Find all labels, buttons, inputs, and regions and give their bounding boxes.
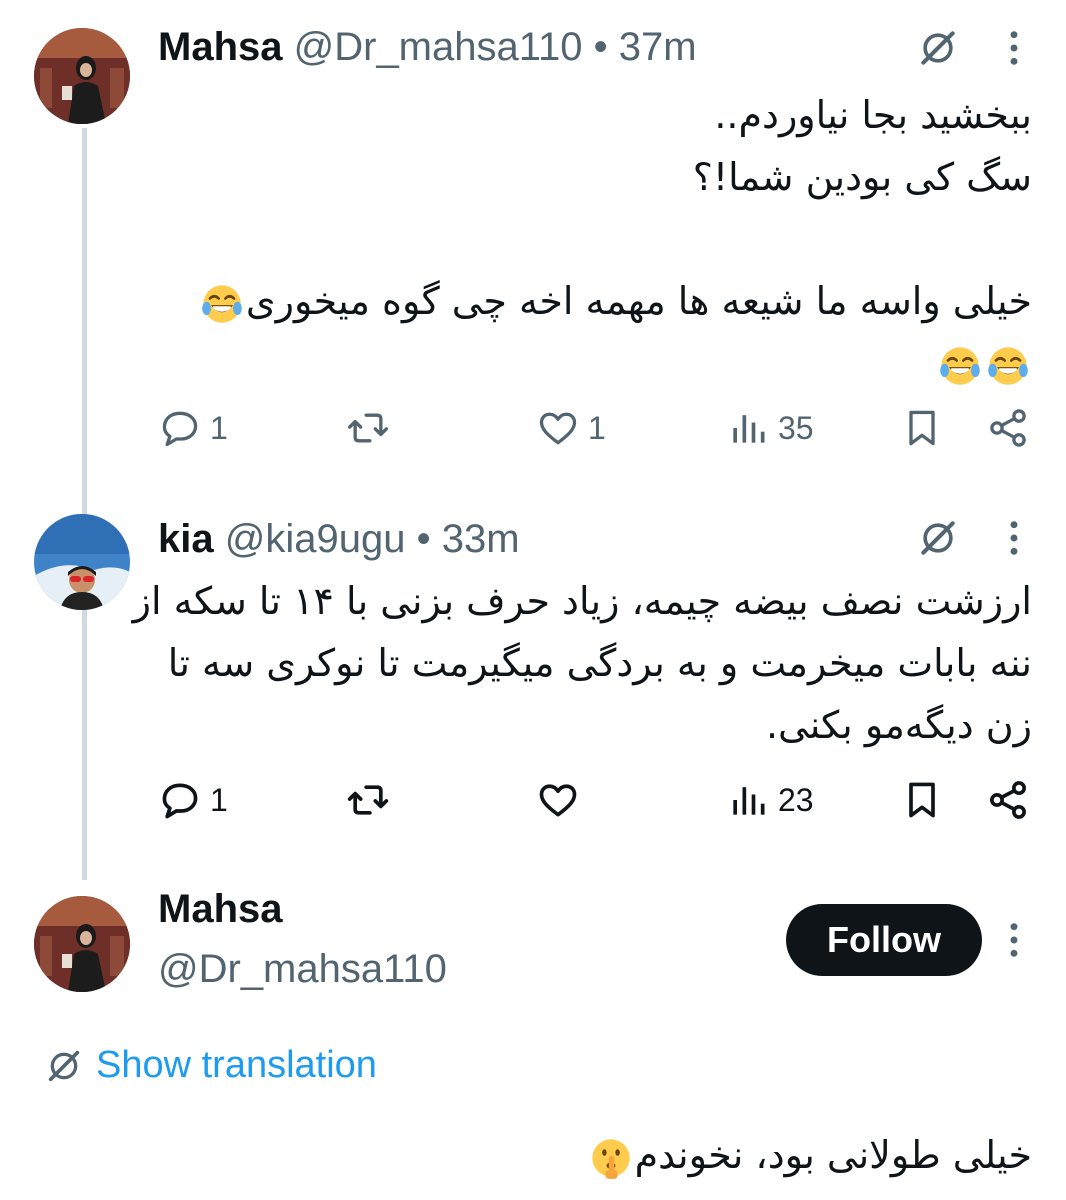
author-name[interactable]: kia <box>158 517 214 561</box>
retweet-icon <box>346 406 390 450</box>
avatar[interactable] <box>34 514 130 610</box>
share-icon[interactable] <box>986 778 1030 822</box>
author-name[interactable]: Mahsa <box>158 25 283 69</box>
views-button[interactable]: 23 <box>726 778 814 822</box>
reply-button[interactable]: 1 <box>158 778 228 822</box>
tweet-text-line: ننه بابات میخرمت و به بردگی میگیرمت تا ن… <box>167 641 1032 685</box>
avatar[interactable] <box>34 896 130 992</box>
shushing-face-emoji <box>589 1136 633 1180</box>
heart-icon <box>536 406 580 450</box>
bookmark-icon[interactable] <box>900 778 944 822</box>
show-translation-label: Show translation <box>96 1044 377 1086</box>
author-handle[interactable]: @Dr_mahsa110 <box>294 25 583 69</box>
tears-of-joy-emoji <box>986 344 1030 388</box>
main-tweet-author-name[interactable]: Mahsa <box>158 886 283 932</box>
reply-count: 1 <box>210 781 228 818</box>
tweet-text-line: خیلی طولانی بود، نخوندم <box>52 1124 1032 1186</box>
views-count: 23 <box>778 781 814 818</box>
tweet-text-line: خیلی واسه ما شیعه ها مهمه اخه چی گوه میخ… <box>152 270 1032 332</box>
views-count: 35 <box>778 409 814 446</box>
follow-button[interactable]: Follow <box>786 904 982 976</box>
main-tweet-author-handle[interactable]: @Dr_mahsa110 <box>158 946 447 992</box>
tweet-text-segment: خیلی طولانی بود، نخوندم <box>634 1133 1032 1177</box>
author-handle[interactable]: @Dr_mahsa110 <box>158 947 447 991</box>
grok-slash-icon[interactable] <box>916 516 960 560</box>
tweet-text-line: ارزشت نصف بیضه چیمه، زیاد حرف بزنی با ۱۴… <box>132 579 1032 623</box>
tweet-text-line: سگ کی بودین شما!؟ <box>692 155 1032 199</box>
like-count: 1 <box>588 409 606 446</box>
tears-of-joy-emoji <box>200 282 244 326</box>
show-translation-link[interactable]: Show translation <box>44 1044 377 1087</box>
views-button[interactable]: 35 <box>726 406 814 450</box>
tweet-text-line <box>152 332 1032 394</box>
views-bars-icon <box>726 406 770 450</box>
retweet-button[interactable] <box>346 778 398 822</box>
tweet-2-text: ارزشت نصف بیضه چیمه، زیاد حرف بزنی با ۱۴… <box>132 570 1032 756</box>
tweet-1-text: ببخشید بجا نیاوردم.. سگ کی بودین شما!؟ خ… <box>152 84 1032 394</box>
tweet-2-header: kia @kia9ugu • 33m <box>158 516 520 562</box>
retweet-icon <box>346 778 390 822</box>
views-bars-icon <box>726 778 770 822</box>
heart-icon <box>536 778 580 822</box>
share-icon[interactable] <box>986 406 1030 450</box>
tears-of-joy-emoji <box>938 344 982 388</box>
reply-bubble-icon <box>158 778 202 822</box>
grok-slash-icon[interactable] <box>916 26 960 70</box>
reply-button[interactable]: 1 <box>158 406 228 450</box>
author-handle[interactable]: @kia9ugu <box>225 517 406 561</box>
tweet-text-line: زن دیگه‌مو بکنی. <box>765 703 1032 747</box>
tweet-text-line: ببخشید بجا نیاوردم.. <box>714 93 1032 137</box>
grok-slash-icon <box>44 1046 84 1086</box>
reply-bubble-icon <box>158 406 202 450</box>
tweet-1-header: Mahsa @Dr_mahsa110 • 37m <box>158 24 697 70</box>
like-button[interactable]: 1 <box>536 406 606 450</box>
tweet-text-segment: خیلی واسه ما شیعه ها مهمه اخه چی گوه میخ… <box>245 279 1032 323</box>
timestamp[interactable]: 37m <box>619 25 697 69</box>
bookmark-icon[interactable] <box>900 406 944 450</box>
thread-connector-line <box>82 128 87 880</box>
reply-count: 1 <box>210 409 228 446</box>
more-vertical-icon[interactable] <box>1000 920 1028 960</box>
more-vertical-icon[interactable] <box>1000 28 1028 68</box>
avatar[interactable] <box>34 28 130 124</box>
timestamp[interactable]: 33m <box>442 517 520 561</box>
separator-dot: • <box>593 25 608 69</box>
like-button[interactable] <box>536 778 588 822</box>
more-vertical-icon[interactable] <box>1000 518 1028 558</box>
retweet-button[interactable] <box>346 406 398 450</box>
author-name[interactable]: Mahsa <box>158 887 283 931</box>
separator-dot: • <box>416 517 431 561</box>
main-tweet-text: خیلی طولانی بود، نخوندم <box>52 1124 1032 1186</box>
